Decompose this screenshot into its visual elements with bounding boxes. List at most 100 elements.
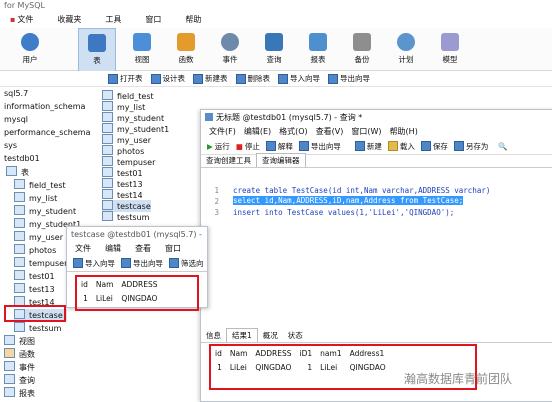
load-button[interactable]: 载入 <box>387 141 415 152</box>
tw-filter-button[interactable]: 筛选向 <box>169 258 204 269</box>
tw-menu-view[interactable]: 查看 <box>135 243 151 254</box>
schedule-button[interactable]: 计划 <box>388 28 424 70</box>
tw-import-button[interactable]: 导入向导 <box>73 258 115 269</box>
tw-menu-edit[interactable]: 编辑 <box>105 243 121 254</box>
events-button[interactable]: 事件 <box>212 28 248 70</box>
nav-table-item[interactable]: field_test <box>14 179 66 191</box>
menu-file[interactable]: ▪ 文件 <box>10 14 33 25</box>
menu-window[interactable]: 窗口 <box>145 14 161 25</box>
query-menu-view[interactable]: 查看(V) <box>316 126 344 137</box>
nav-item[interactable]: sql5.7 <box>4 88 28 100</box>
open-table-icon <box>108 73 118 84</box>
model-icon <box>441 33 459 51</box>
menu-help[interactable]: 帮助 <box>185 14 201 25</box>
design-table-button[interactable]: 设计表 <box>150 73 185 84</box>
run-button[interactable]: ▶ 运行 <box>207 141 230 152</box>
new-icon <box>354 141 365 151</box>
nav-queries-node[interactable]: 查询 <box>4 374 35 386</box>
model-button[interactable]: 模型 <box>432 28 468 70</box>
nav-tables-node[interactable]: 表 <box>6 166 29 178</box>
nav-functions-node[interactable]: 函数 <box>4 348 35 360</box>
query-menu: 文件(F) 编辑(E) 格式(O) 查看(V) 窗口(W) 帮助(H) <box>201 124 552 138</box>
sql-editor[interactable]: 1 2 3 create table TestCase(id int,Nam v… <box>201 182 552 302</box>
tables-button[interactable]: 表 <box>78 28 116 72</box>
nav-events-node[interactable]: 事件 <box>4 361 35 373</box>
reports-button[interactable]: 报表 <box>300 28 336 70</box>
export-wizard-button[interactable]: 导出向导 <box>328 73 370 84</box>
nav-table-item[interactable]: tempuser <box>14 257 67 269</box>
users-button[interactable]: 用户 <box>12 28 48 70</box>
new-table-icon <box>193 73 203 84</box>
nav-table-item[interactable]: my_list <box>14 192 57 204</box>
functions-button[interactable]: 函数 <box>168 28 204 70</box>
event-icon <box>221 33 239 51</box>
nav-table-item[interactable]: my_user <box>14 231 63 243</box>
import-icon <box>278 73 288 84</box>
table-icon <box>6 166 17 176</box>
table-window-title: testcase @testdb01 (mysql5.7) - <box>67 227 207 241</box>
query-menu-edit[interactable]: 编辑(E) <box>244 126 271 137</box>
backup-button[interactable]: 备份 <box>344 28 380 70</box>
nav-table-item[interactable]: test01 <box>14 270 55 282</box>
nav-item[interactable]: sys <box>4 140 17 152</box>
save-as-button[interactable]: 另存为 <box>453 141 488 152</box>
nav-views-node[interactable]: 视图 <box>4 335 35 347</box>
nav-item[interactable]: mysql <box>4 114 28 126</box>
nav-reports-node[interactable]: 报表 <box>4 387 35 399</box>
object-item[interactable]: testsum <box>102 211 149 223</box>
nav-item[interactable]: testdb01 <box>4 153 40 165</box>
explain-icon <box>265 141 276 151</box>
tab-result1[interactable]: 结果1 <box>226 328 258 342</box>
tab-status[interactable]: 状态 <box>283 329 308 342</box>
menu-favorites[interactable]: 收藏夹 <box>57 14 81 25</box>
nav-item[interactable]: information_schema <box>4 101 85 113</box>
schedule-icon <box>397 33 415 51</box>
explain-button[interactable]: 解释 <box>265 141 293 152</box>
report-icon <box>4 387 15 397</box>
nav-item[interactable]: performance_schema <box>4 127 91 139</box>
nav-table-item[interactable]: my_student <box>14 205 76 217</box>
delete-table-button[interactable]: 删除表 <box>235 73 270 84</box>
query-tabs: 查询创建工具 查询编辑器 <box>201 153 552 168</box>
tab-query-editor[interactable]: 查询编辑器 <box>256 153 306 167</box>
query-menu-help[interactable]: 帮助(H) <box>390 126 418 137</box>
query-menu-file[interactable]: 文件(F) <box>209 126 236 137</box>
backup-icon <box>353 33 371 51</box>
tab-overview[interactable]: 概况 <box>258 329 283 342</box>
nav-table-item[interactable]: photos <box>14 244 56 256</box>
code-line: create table TestCase(id int,Nam varchar… <box>233 186 491 195</box>
tw-menu-window[interactable]: 窗口 <box>165 243 181 254</box>
query-menu-format[interactable]: 格式(O) <box>279 126 308 137</box>
tw-export-button[interactable]: 导出向导 <box>121 258 163 269</box>
watermark: 瀚高数据库青前团队 <box>404 372 513 386</box>
views-button[interactable]: 视图 <box>124 28 160 70</box>
query-menu-window[interactable]: 窗口(W) <box>351 126 381 137</box>
menu-tools[interactable]: 工具 <box>105 14 121 25</box>
tw-menu-file[interactable]: 文件 <box>75 243 91 254</box>
open-table-button[interactable]: 打开表 <box>108 73 143 84</box>
object-list: field_test my_list my_student my_student… <box>102 88 200 228</box>
table-icon <box>14 218 25 228</box>
view-icon <box>133 33 151 51</box>
event-icon <box>4 361 15 371</box>
nav-table-item[interactable]: testsum <box>14 322 61 334</box>
import-wizard-button[interactable]: 导入向导 <box>278 73 320 84</box>
table-icon <box>102 123 113 133</box>
save-button[interactable]: 保存 <box>420 141 448 152</box>
result-tabs: 信息 结果1 概况 状态 <box>201 328 552 343</box>
tab-query-builder[interactable]: 查询创建工具 <box>201 154 256 167</box>
queries-button[interactable]: 查询 <box>256 28 292 70</box>
new-query-button[interactable]: 新建 <box>354 141 382 152</box>
table-icon <box>102 145 113 155</box>
search-icon[interactable]: 🔍 <box>498 142 507 151</box>
table-icon <box>102 90 113 100</box>
table-icon <box>88 34 106 52</box>
query-toolbar: ▶ 运行 ■ 停止 解释 导出向导 新建 载入 保存 另存为 🔍 <box>201 138 552 155</box>
nav-table-item[interactable]: test13 <box>14 283 55 295</box>
tab-info[interactable]: 信息 <box>201 329 226 342</box>
highlight-table-data <box>75 275 199 311</box>
query-export-button[interactable]: 导出向导 <box>298 141 341 152</box>
table-icon <box>102 200 113 210</box>
new-table-button[interactable]: 新建表 <box>193 73 228 84</box>
stop-button[interactable]: ■ 停止 <box>236 141 260 152</box>
